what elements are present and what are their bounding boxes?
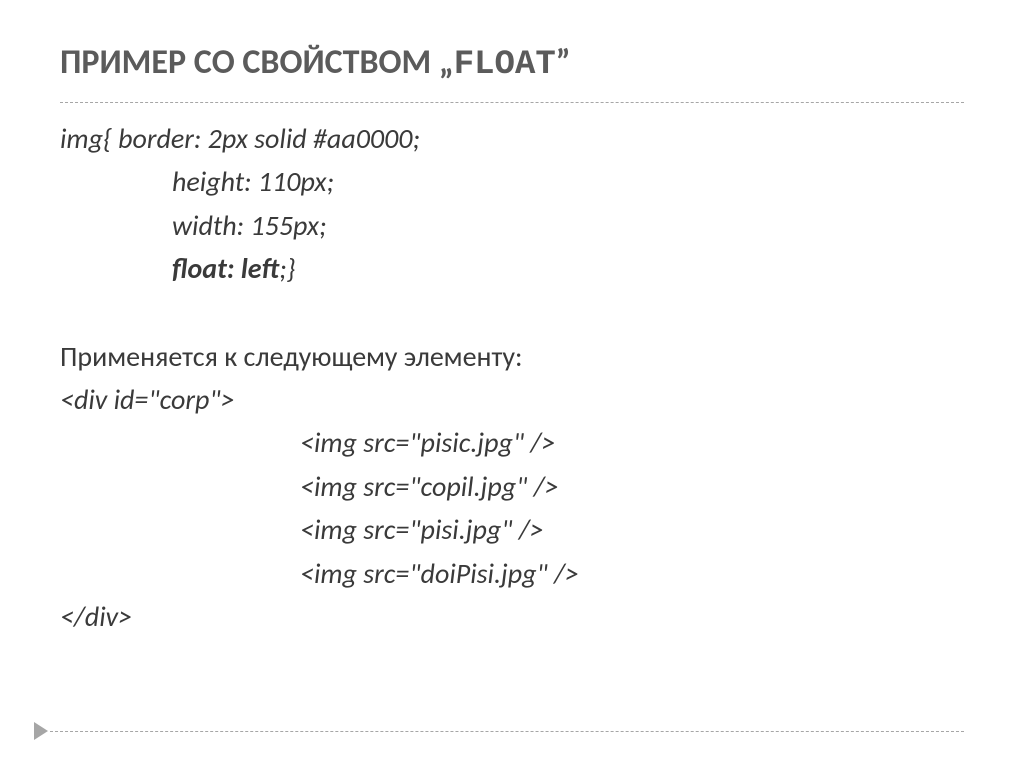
css-line-2: height: 110px; (60, 160, 964, 203)
css-line-3: width: 155px; (60, 204, 964, 247)
title-underline (60, 102, 964, 103)
page-marker-icon (34, 722, 48, 740)
html-close: </div> (60, 595, 964, 638)
slide-content: img{ border: 2px solid #aa0000; height: … (60, 117, 964, 638)
css-line-4: float: left;} (60, 247, 964, 290)
css-line-1: img{ border: 2px solid #aa0000; (60, 117, 964, 160)
spacer (60, 291, 964, 335)
applies-text: Применяется к следующему элементу: (60, 335, 964, 378)
html-img-3: <img src="pisi.jpg" /> (60, 508, 964, 551)
css-line-1a: img{ (60, 121, 118, 156)
html-img-2: <img src="copil.jpg" /> (60, 465, 964, 508)
html-open: <div id="corp"> (60, 378, 964, 421)
slide-title: ПРИМЕР СО СВОЙСТВОМ „FLOAT” (60, 42, 964, 84)
title-suffix: ” (556, 42, 571, 83)
footer-rule (50, 731, 964, 732)
slide: ПРИМЕР СО СВОЙСТВОМ „FLOAT” img{ border:… (0, 0, 1024, 768)
title-prefix: ПРИМЕР СО СВОЙСТВОМ „ (60, 42, 454, 83)
html-img-4: <img src="doiPisi.jpg" /> (60, 552, 964, 595)
css-line-1b: border: 2px solid #aa0000; (118, 121, 420, 156)
css-line-4a: float: left (172, 251, 279, 286)
css-line-4b: ;} (279, 251, 295, 286)
title-code: FLOAT (454, 46, 556, 84)
html-img-1: <img src="pisic.jpg" /> (60, 421, 964, 464)
